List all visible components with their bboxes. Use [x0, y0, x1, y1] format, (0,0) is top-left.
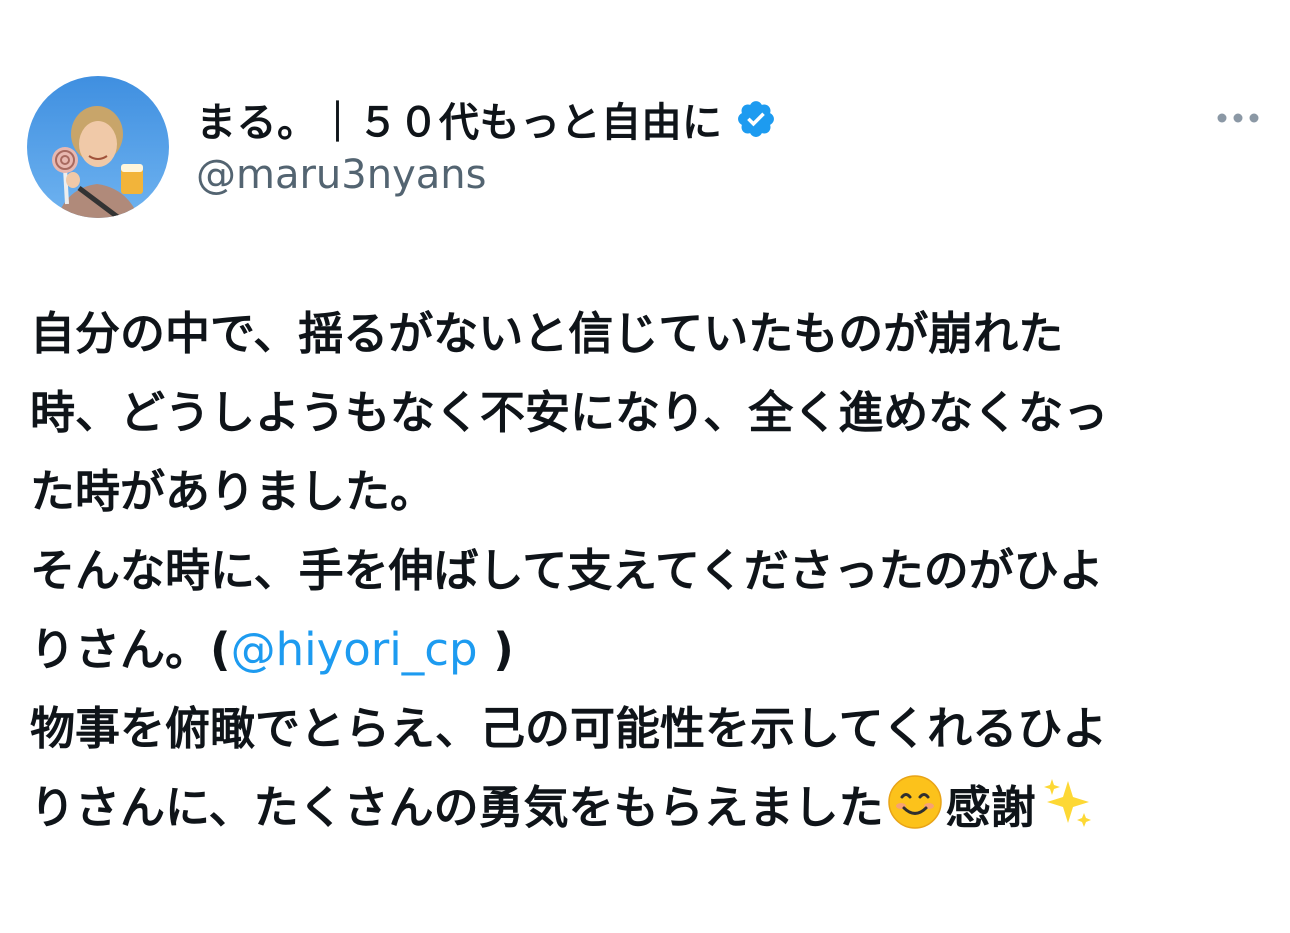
- tweet-line: 時、どうしようもなく不安になり、全く進めなくなっ: [30, 386, 1109, 439]
- verified-badge-icon[interactable]: [735, 98, 777, 140]
- tweet-line: 自分の中で、揺るがないと信じていたものが崩れた: [30, 307, 1064, 360]
- tweet-line: 物事を俯瞰でとらえ、己の可能性を示してくれるひよ: [30, 702, 1108, 755]
- more-options-button[interactable]: [1210, 98, 1266, 138]
- tweet-text-fragment: 感謝: [945, 781, 1036, 834]
- tweet-text-fragment: りさんに、たくさんの勇気をもらえました: [30, 781, 884, 834]
- tweet-text: 自分の中で、揺るがないと信じていたものが崩れた 時、どうしようもなく不安になり、…: [30, 294, 1255, 847]
- mention-link[interactable]: @hiyori_cp: [231, 623, 478, 676]
- tweet-line: た時がありました。: [30, 465, 436, 518]
- smiling-face-emoji-icon: [886, 773, 944, 831]
- tweet-line: そんな時に、手を伸ばして支えてくださったのがひよ: [30, 544, 1104, 597]
- author-handle[interactable]: @maru3nyans: [196, 152, 486, 198]
- author-name-row: まる。｜５０代もっと自由に: [196, 92, 777, 146]
- tweet-line-with-mention: りさん。(@hiyori_cp ): [30, 610, 1255, 689]
- avatar-image: [27, 76, 169, 218]
- tweet-line-with-emoji: りさんに、たくさんの勇気をもらえました 感謝: [30, 768, 1255, 847]
- author-display-name[interactable]: まる。｜５０代もっと自由に: [196, 90, 723, 148]
- tweet: まる。｜５０代もっと自由に @maru3nyans 自分の中で、揺るがないと信じ…: [0, 0, 1290, 933]
- tweet-text-fragment: りさん。(: [30, 623, 231, 676]
- more-dots-icon: [1217, 113, 1259, 123]
- sparkles-emoji-icon: [1038, 773, 1096, 831]
- author-avatar[interactable]: [27, 76, 169, 218]
- tweet-text-fragment: ): [477, 623, 514, 676]
